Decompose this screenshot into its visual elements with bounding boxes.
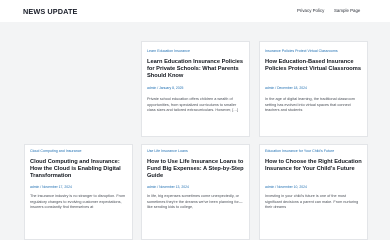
post-excerpt: The insurance industry is no stranger to… [30,194,126,210]
post-author[interactable]: admin [265,86,274,90]
site-title[interactable]: NEWS UPDATE [23,7,77,16]
post-excerpt: Private school education offers children… [147,97,239,113]
post-meta: admin / November 17, 2024 [30,185,72,189]
post-card: Cloud Computing and Insurance Cloud Comp… [24,144,133,240]
post-title[interactable]: Cloud Computing and Insurance: How the C… [30,159,127,180]
site-header: NEWS UPDATE Privacy Policy Sample Page [0,0,390,22]
post-author[interactable]: admin [147,185,156,189]
post-date[interactable]: November 17, 2024 [42,185,72,189]
post-author[interactable]: admin [147,86,156,90]
post-excerpt: In the age of digital learning, the trad… [265,97,355,113]
post-author[interactable]: admin [30,185,39,189]
post-card: Education Insurance for Your Child's Fut… [259,144,368,240]
post-excerpt: In life, big expenses sometimes come une… [147,194,243,210]
post-date[interactable]: December 18, 2024 [277,86,307,90]
post-card: Use Life Insurance Loans How to Use Life… [141,144,250,240]
post-title[interactable]: How to Choose the Right Education Insura… [265,159,362,173]
post-excerpt: Investing in your child's future is one … [265,194,359,210]
post-date[interactable]: January 8, 2025 [159,86,183,90]
post-meta: admin / January 8, 2025 [147,86,184,90]
post-category[interactable]: Education Insurance for Your Child's Fut… [265,149,334,153]
post-date[interactable]: November 13, 2024 [159,185,189,189]
post-date[interactable]: November 10, 2024 [277,185,307,189]
post-meta: admin / November 13, 2024 [147,185,189,189]
post-author[interactable]: admin [265,185,274,189]
nav-link-sample-page[interactable]: Sample Page [334,8,360,13]
post-meta: admin / November 10, 2024 [265,185,307,189]
post-meta: admin / December 18, 2024 [265,86,307,90]
post-category[interactable]: Learn Education Insurance [147,49,190,53]
post-category[interactable]: Insurance Policies Protect Virtual Class… [265,49,338,53]
post-title[interactable]: How Education-Based Insurance Policies P… [265,59,362,73]
post-title[interactable]: Learn Education Insurance Policies for P… [147,59,244,80]
post-card: Learn Education Insurance Learn Educatio… [141,41,250,137]
post-title[interactable]: How to Use Life Insurance Loans to Fund … [147,159,244,180]
post-category[interactable]: Use Life Insurance Loans [147,149,188,153]
post-card: Insurance Policies Protect Virtual Class… [259,41,368,137]
nav-link-privacy-policy[interactable]: Privacy Policy [297,8,324,13]
post-category[interactable]: Cloud Computing and Insurance [30,149,82,153]
